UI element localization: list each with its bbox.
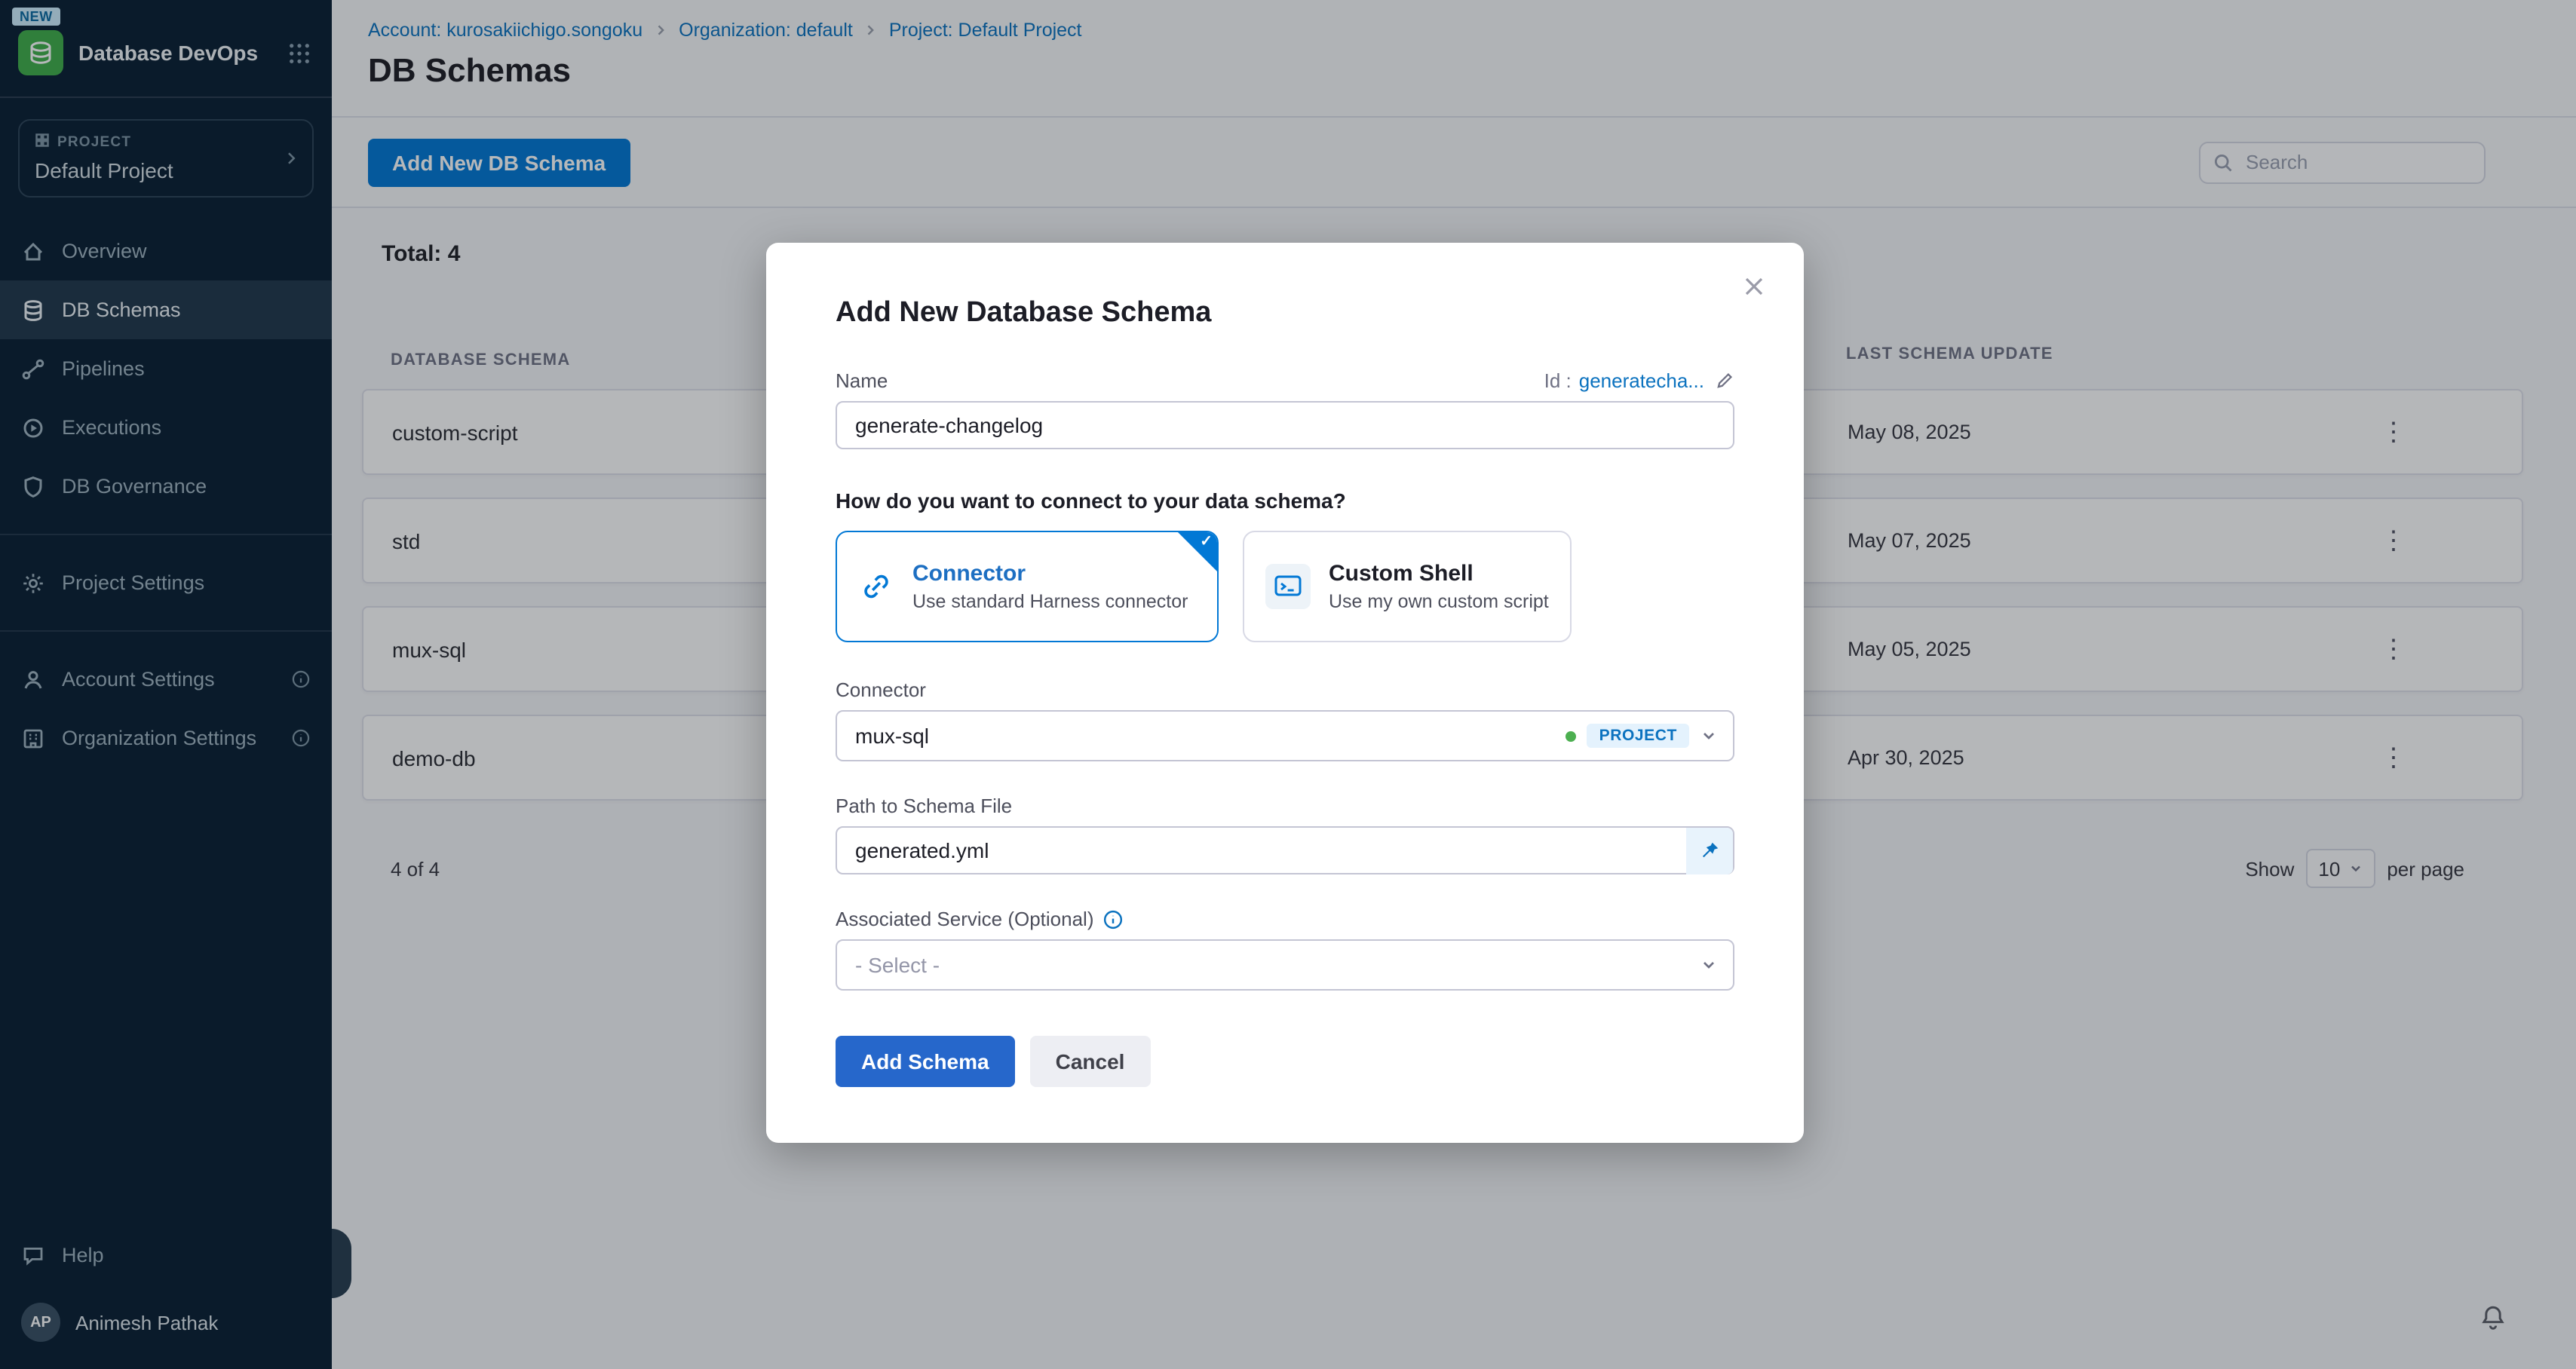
edit-pencil-icon[interactable]	[1715, 371, 1734, 390]
schema-name-input[interactable]	[836, 401, 1734, 449]
connector-select[interactable]: mux-sql PROJECT	[836, 710, 1734, 761]
add-schema-modal: Add New Database Schema Name Id : genera…	[766, 243, 1804, 1143]
pin-icon[interactable]	[1686, 828, 1733, 874]
connector-value: mux-sql	[855, 724, 929, 748]
schema-path-input[interactable]	[836, 826, 1734, 874]
connector-icon	[858, 568, 894, 605]
chevron-down-icon	[1700, 956, 1718, 974]
option-title: Custom Shell	[1329, 561, 1549, 586]
option-card-connector[interactable]: ✓ Connector Use standard Harness connect…	[836, 531, 1219, 642]
service-label: Associated Service (Optional)	[836, 908, 1094, 930]
schema-id-group: Id : generatecha...	[1544, 369, 1734, 392]
connector-label: Connector	[836, 678, 1734, 701]
cancel-button[interactable]: Cancel	[1030, 1036, 1151, 1087]
terminal-icon	[1265, 564, 1311, 609]
add-schema-button[interactable]: Add Schema	[836, 1036, 1015, 1087]
app-root: NEW Database DevOps PROJECT Default Proj…	[0, 0, 2576, 1369]
modal-title: Add New Database Schema	[836, 297, 1734, 330]
info-icon[interactable]	[1103, 908, 1124, 930]
path-label: Path to Schema File	[836, 795, 1734, 817]
id-label: Id :	[1544, 369, 1572, 392]
option-subtitle: Use my own custom script	[1329, 591, 1549, 612]
close-icon[interactable]	[1740, 273, 1768, 300]
scope-badge: PROJECT	[1587, 724, 1689, 748]
service-placeholder: - Select -	[855, 953, 940, 977]
connection-question: How do you want to connect to your data …	[836, 488, 1734, 513]
option-title: Connector	[912, 561, 1188, 586]
check-icon: ✓	[1200, 534, 1213, 550]
option-card-custom-shell[interactable]: Custom Shell Use my own custom script	[1243, 531, 1572, 642]
id-value-link[interactable]: generatecha...	[1579, 369, 1704, 392]
connection-options: ✓ Connector Use standard Harness connect…	[836, 531, 1734, 642]
status-dot	[1566, 730, 1577, 741]
name-label: Name	[836, 369, 888, 392]
chevron-down-icon	[1700, 727, 1718, 745]
option-subtitle: Use standard Harness connector	[912, 591, 1188, 612]
path-field	[836, 817, 1734, 874]
service-field-header: Associated Service (Optional)	[836, 908, 1734, 930]
name-field-header: Name Id : generatecha...	[836, 369, 1734, 392]
service-select[interactable]: - Select -	[836, 939, 1734, 991]
modal-actions: Add Schema Cancel	[836, 1036, 1734, 1087]
